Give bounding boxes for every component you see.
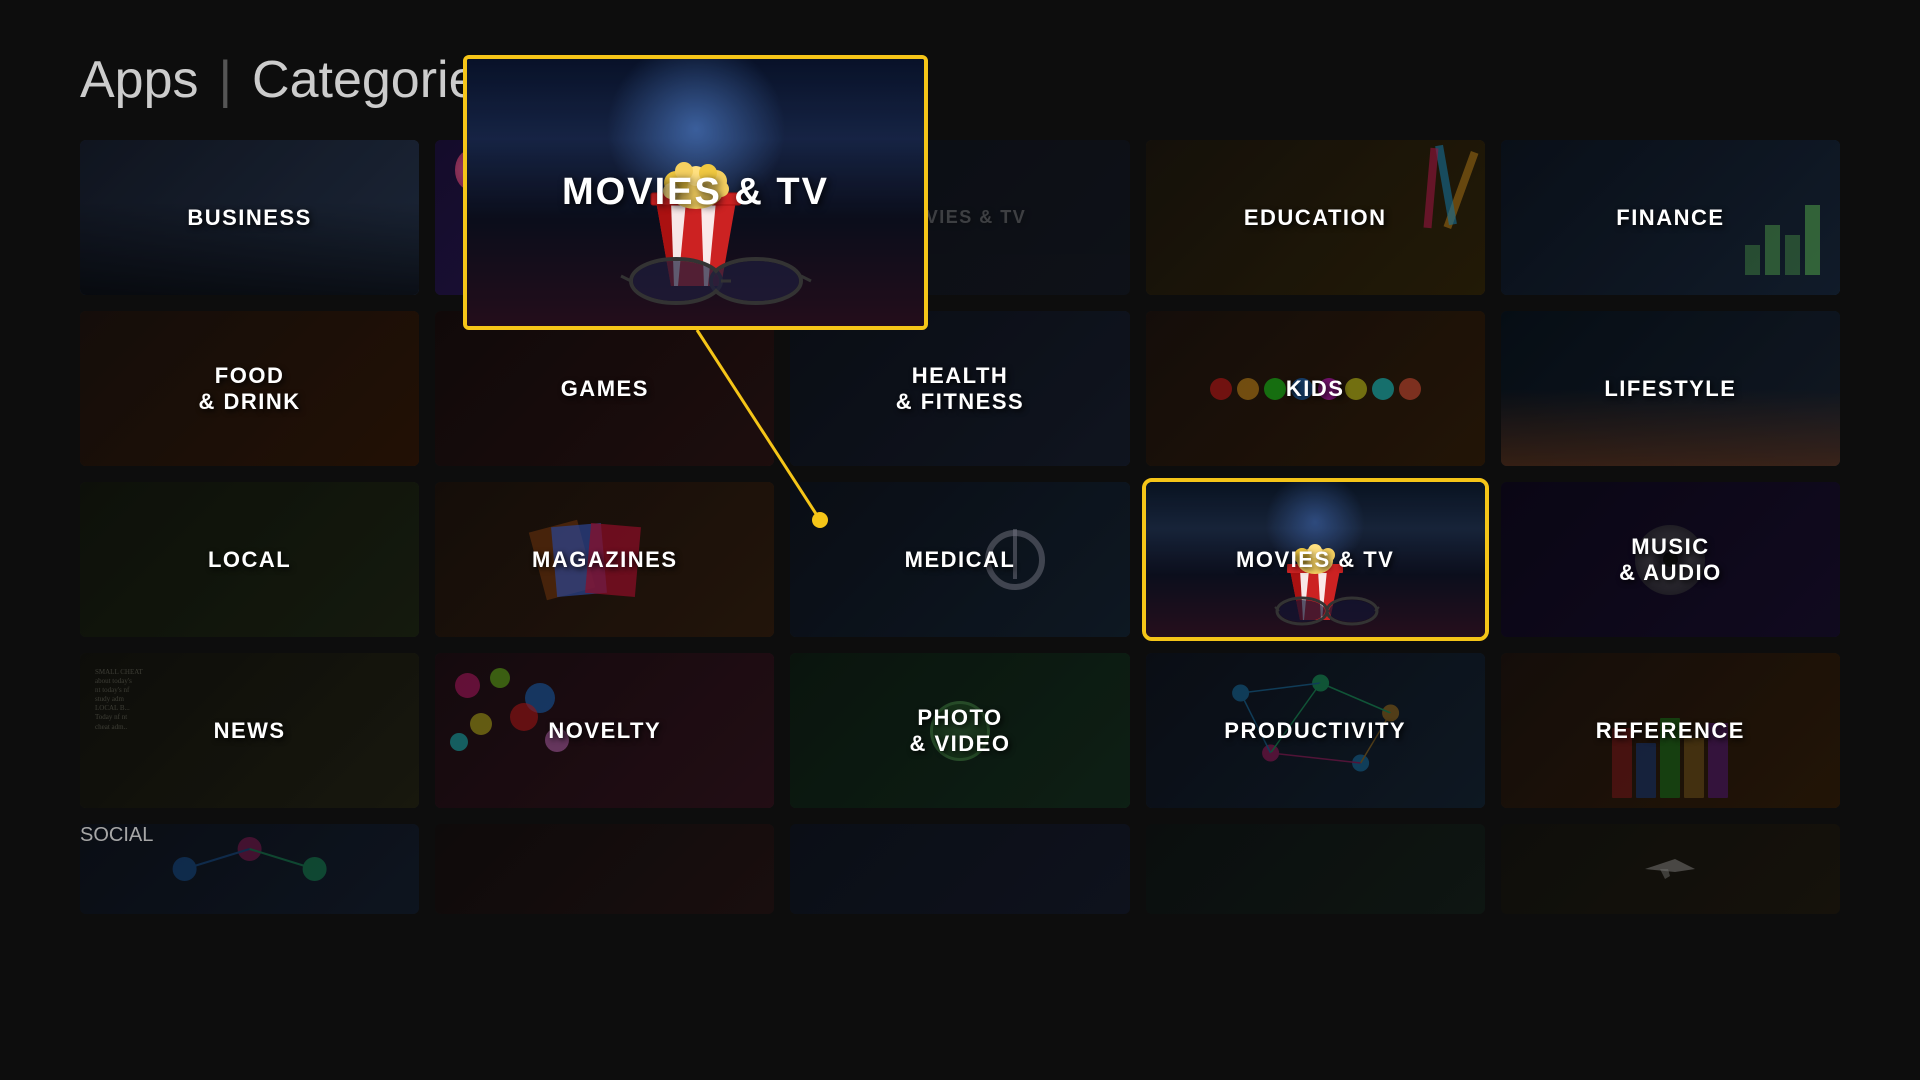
category-news[interactable]: SMALL CHEATabout today'snt today's nfstu… [80,653,419,808]
local-label: LOCAL [80,482,419,637]
category-finance[interactable]: FINANCE [1501,140,1840,295]
category-music[interactable]: MUSIC& AUDIO [1501,482,1840,637]
kids-label: KIDS [1146,311,1485,466]
category-business[interactable]: BUSINESS [80,140,419,295]
category-kids[interactable]: KIDS [1146,311,1485,466]
movies-tv-label: MOVIES & TV [1146,482,1485,637]
news-label: NEWS [80,653,419,808]
productivity-label: PRODUCTIVITY [1146,653,1485,808]
food-label: FOOD& DRINK [80,311,419,466]
finance-label: FINANCE [1501,140,1840,295]
reference-label: REFERENCE [1501,653,1840,808]
bottom-item-4[interactable] [1146,824,1485,914]
category-education[interactable]: EDUCATION [1146,140,1485,295]
breadcrumb: Apps | Categories [0,0,1920,140]
category-social[interactable]: SOCIAL [80,824,419,914]
preview-label: MOVIES & TV [467,59,924,326]
apps-link[interactable]: Apps [80,50,199,110]
lifestyle-label: LIFESTYLE [1501,311,1840,466]
education-label: EDUCATION [1146,140,1485,295]
category-movies-tv[interactable]: MOVIES & TV [1146,482,1485,637]
category-food[interactable]: FOOD& DRINK [80,311,419,466]
category-reference[interactable]: REFERENCE [1501,653,1840,808]
bottom-item-2[interactable] [435,824,774,914]
category-lifestyle[interactable]: LIFESTYLE [1501,311,1840,466]
business-label: BUSINESS [80,140,419,295]
health-label: HEALTH& FITNESS [790,311,1129,466]
music-label: MUSIC& AUDIO [1501,482,1840,637]
breadcrumb-divider: | [219,50,233,110]
category-magazines[interactable]: MAGAZINES [435,482,774,637]
bottom-row: SOCIAL [0,808,1920,914]
category-games[interactable]: GAMES [435,311,774,466]
photo-label: PHOTO& VIDEO [790,653,1129,808]
bottom-item-5[interactable] [1501,824,1840,914]
category-medical[interactable]: MEDICAL [790,482,1129,637]
categories-grid: BUSINESS COMMUNITY MOVIES & TV EDUCATION [0,140,1920,808]
category-photo[interactable]: PHOTO& VIDEO [790,653,1129,808]
medical-label: MEDICAL [790,482,1129,637]
preview-popup: MOVIES & TV [463,55,928,330]
games-label: GAMES [435,311,774,466]
novelty-label: NOVELTY [435,653,774,808]
category-novelty[interactable]: NOVELTY [435,653,774,808]
magazines-label: MAGAZINES [435,482,774,637]
bottom-item-3[interactable] [790,824,1129,914]
category-local[interactable]: LOCAL [80,482,419,637]
category-productivity[interactable]: PRODUCTIVITY [1146,653,1485,808]
category-health[interactable]: HEALTH& FITNESS [790,311,1129,466]
